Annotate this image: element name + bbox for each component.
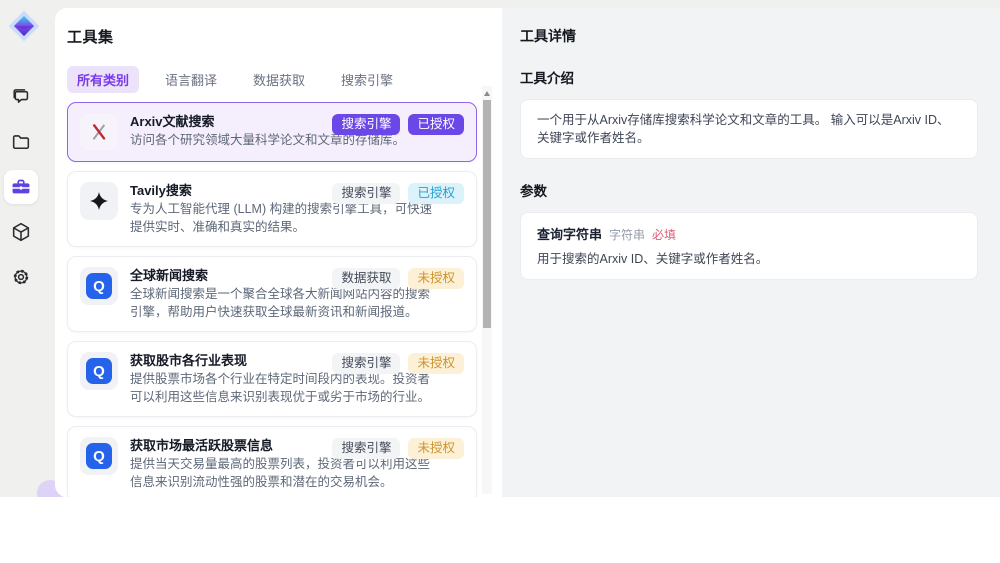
tool-details-pane: 工具详情 工具介绍 一个用于从Arxiv存储库搜索科学论文和文章的工具。 输入可…	[502, 8, 1000, 497]
auth-status-badge: 未授权	[408, 438, 464, 459]
param-required-badge: 必填	[652, 228, 677, 242]
sidebar-item-tools[interactable]	[4, 170, 38, 204]
main-window: 工具集 所有类别 语言翻译 数据获取 搜索引擎 Arxiv文献搜索 访问各个研究领域大…	[55, 8, 1000, 497]
tool-card-description: 提供股票市场各个行业在特定时间段内的表现。投资者可以利用这些信息来识别表现优于或…	[130, 372, 431, 404]
gear-icon	[13, 269, 29, 285]
sidebar-item-plugins[interactable]	[4, 215, 38, 249]
toolbox-icon	[12, 179, 30, 194]
news-q-logo-icon: Q	[86, 273, 112, 299]
category-badge: 搜索引擎	[332, 353, 401, 374]
app-window: 工具集 所有类别 语言翻译 数据获取 搜索引擎 Arxiv文献搜索 访问各个研究领域大…	[0, 0, 1000, 497]
tool-card-0[interactable]: Arxiv文献搜索 访问各个研究领域大量科学论文和文章的存储库。 搜索引擎 已授…	[67, 102, 477, 162]
card-badges: 搜索引擎 已授权	[332, 183, 464, 204]
tab-3[interactable]: 搜索引擎	[331, 66, 403, 93]
auth-status-badge: 已授权	[408, 183, 464, 204]
param-name: 查询字符串	[537, 227, 603, 242]
cube-icon	[12, 222, 30, 242]
tool-list-pane: 工具集 所有类别 语言翻译 数据获取 搜索引擎 Arxiv文献搜索 访问各个研究领域大…	[55, 8, 502, 497]
chat-icon	[13, 89, 29, 103]
category-badge: 搜索引擎	[332, 438, 401, 459]
left-sidebar	[0, 0, 55, 497]
params-heading: 参数	[520, 184, 547, 199]
tavily-star-icon	[90, 192, 108, 210]
arxiv-logo-icon	[93, 124, 106, 140]
auth-status-badge: 未授权	[408, 353, 464, 374]
scrollbar-thumb[interactable]	[483, 100, 491, 328]
app-logo-icon[interactable]	[7, 9, 41, 43]
param-type: 字符串	[609, 228, 646, 242]
tool-card-description: 专为人工智能代理 (LLM) 构建的搜索引擎工具，可快速提供实时、准确和真实的结…	[130, 202, 433, 234]
category-badge: 数据获取	[332, 268, 401, 289]
card-badges: 搜索引擎 已授权	[332, 114, 464, 135]
auth-status-badge: 未授权	[408, 268, 464, 289]
sidebar-item-chat[interactable]	[4, 80, 38, 114]
param-header-row: 查询字符串 字符串 必填	[537, 224, 961, 243]
intro-heading: 工具介绍	[520, 71, 574, 86]
tool-card-list: Arxiv文献搜索 访问各个研究领域大量科学论文和文章的存储库。 搜索引擎 已授…	[67, 102, 477, 497]
tool-icon-tile: Q	[80, 352, 118, 390]
news-q-logo-icon: Q	[86, 358, 112, 384]
details-title: 工具详情	[520, 28, 576, 44]
tab-2[interactable]: 数据获取	[243, 66, 315, 93]
tool-card-description: 访问各个研究领域大量科学论文和文章的存储库。	[130, 133, 406, 147]
tool-icon-tile	[80, 182, 118, 220]
list-scrollbar[interactable]	[482, 86, 492, 494]
tool-card-description: 全球新闻搜索是一个聚合全球各大新闻网站内容的搜索引擎，帮助用户快速获取全球最新资…	[130, 287, 431, 319]
news-q-logo-icon: Q	[86, 443, 112, 469]
sidebar-item-files[interactable]	[4, 125, 38, 159]
tool-card-3[interactable]: Q 获取股市各行业表现 提供股票市场各个行业在特定时间段内的表现。投资者可以利用…	[67, 341, 477, 417]
card-badges: 搜索引擎 未授权	[332, 353, 464, 374]
tab-1[interactable]: 语言翻译	[155, 66, 227, 93]
tool-icon-tile: Q	[80, 437, 118, 475]
auth-status-badge: 已授权	[408, 114, 464, 135]
tool-icon-tile: Q	[80, 267, 118, 305]
tab-0[interactable]: 所有类别	[67, 66, 140, 93]
tool-card-1[interactable]: Tavily搜索 专为人工智能代理 (LLM) 构建的搜索引擎工具，可快速提供实…	[67, 171, 477, 247]
folder-icon	[12, 135, 30, 150]
category-tabs: 所有类别 语言翻译 数据获取 搜索引擎	[67, 66, 502, 93]
intro-box: 一个用于从Arxiv存储库搜索科学论文和文章的工具。 输入可以是Arxiv ID…	[520, 99, 978, 159]
scroll-up-arrow-icon[interactable]	[482, 88, 492, 98]
param-box: 查询字符串 字符串 必填 用于搜索的Arxiv ID、关键字或作者姓名。	[520, 212, 978, 280]
tool-card-description: 提供当天交易量最高的股票列表，投资者可以利用这些信息来识别流动性强的股票和潜在的…	[130, 457, 431, 489]
category-badge: 搜索引擎	[332, 114, 401, 135]
card-badges: 搜索引擎 未授权	[332, 438, 464, 459]
card-badges: 数据获取 未授权	[332, 268, 464, 289]
intro-text: 一个用于从Arxiv存储库搜索科学论文和文章的工具。 输入可以是Arxiv ID…	[537, 113, 950, 145]
category-badge: 搜索引擎	[332, 183, 401, 204]
tool-card-2[interactable]: Q 全球新闻搜索 全球新闻搜索是一个聚合全球各大新闻网站内容的搜索引擎，帮助用户…	[67, 256, 477, 332]
page-title: 工具集	[67, 29, 114, 46]
sidebar-item-settings[interactable]	[4, 260, 38, 294]
tool-icon-tile	[80, 113, 118, 151]
tool-card-4[interactable]: Q 获取市场最活跃股票信息 提供当天交易量最高的股票列表，投资者可以利用这些信息…	[67, 426, 477, 497]
param-description: 用于搜索的Arxiv ID、关键字或作者姓名。	[537, 252, 769, 266]
